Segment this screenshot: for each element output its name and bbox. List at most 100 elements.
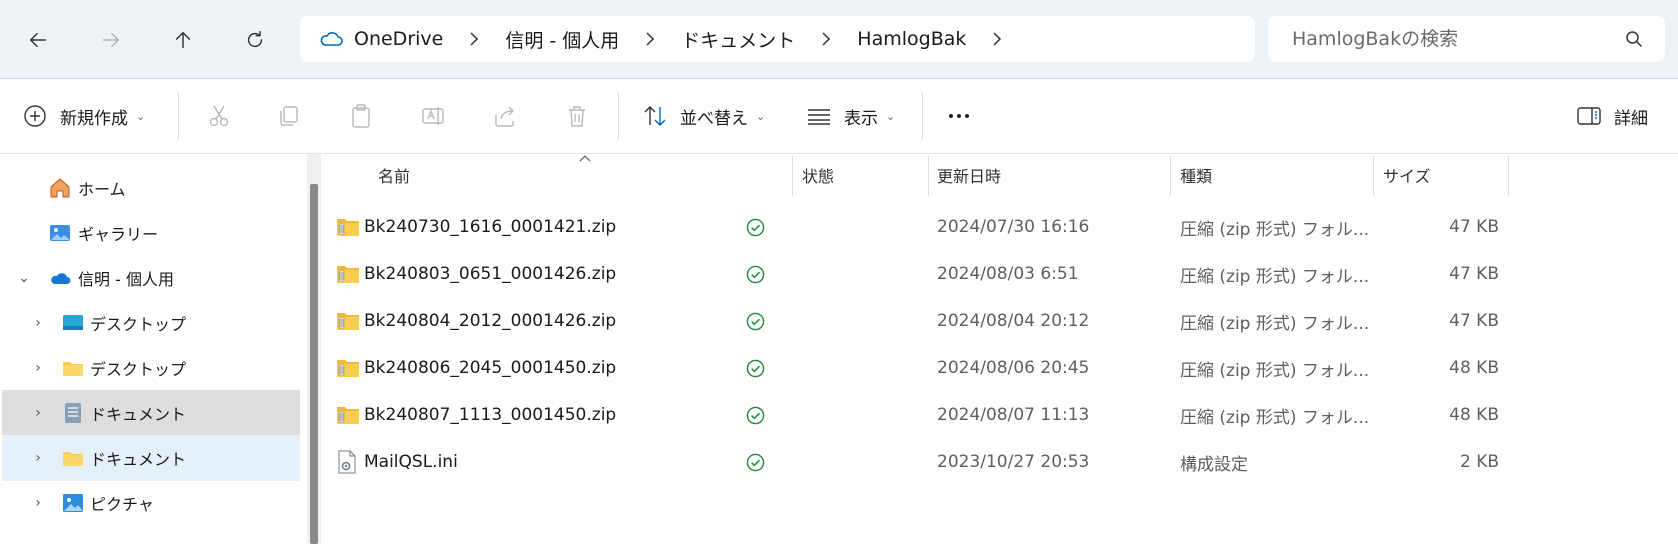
divider [178, 93, 179, 139]
sidebar-item-desktop-2[interactable]: › デスクトップ [2, 345, 300, 391]
chevron-down-icon: ⌄ [136, 109, 146, 123]
search-icon[interactable] [1625, 30, 1643, 48]
column-divider[interactable] [928, 156, 929, 196]
sync-status [746, 439, 765, 485]
column-header-size[interactable]: サイズ [1383, 154, 1431, 196]
chevron-right-icon[interactable]: › [30, 405, 46, 421]
column-header-status[interactable]: 状態 [802, 154, 834, 196]
chevron-right-icon[interactable]: › [30, 315, 46, 331]
scissors-icon [209, 105, 229, 127]
ini-file-icon [338, 450, 356, 474]
sync-status [746, 298, 765, 344]
file-name: Bk240804_2012_0001426.zip [364, 311, 617, 331]
sync-ok-check-icon [746, 406, 765, 424]
sync-ok-check-icon [746, 359, 765, 377]
onedrive-cloud-icon [51, 273, 71, 284]
column-divider[interactable] [792, 156, 793, 196]
file-row[interactable]: Bk240807_1113_0001450.zip 2024/08/07 11:1… [328, 392, 1499, 438]
sidebar-item-onedrive-personal[interactable]: ⌄ 信明 - 個人用 [2, 255, 300, 301]
chevron-right-icon[interactable]: › [30, 450, 46, 466]
sidebar-item-home[interactable]: ホーム [2, 165, 300, 211]
details-pane-button[interactable]: 詳細 [1576, 91, 1648, 141]
file-row[interactable]: Bk240806_2045_0001450.zip 2024/08/06 20:4… [328, 345, 1499, 391]
refresh-icon [247, 31, 263, 48]
file-size: 48 KB [1449, 405, 1499, 425]
file-modified: 2024/08/04 20:12 [937, 311, 1090, 331]
view-button[interactable]: 表示 ⌄ [806, 91, 895, 141]
sidebar-item-label: ドキュメント [90, 450, 187, 469]
sort-button[interactable]: 並べ替え ⌄ [642, 91, 765, 141]
breadcrumb-item-hamlogbak[interactable]: HamlogBak [847, 28, 976, 50]
new-label: 新規作成 [60, 108, 128, 129]
sidebar-item-label: ギャラリー [78, 225, 159, 244]
column-header-modified[interactable]: 更新日時 [937, 154, 1001, 196]
file-modified: 2024/08/03 6:51 [937, 264, 1079, 284]
file-modified: 2023/10/27 20:53 [937, 452, 1090, 472]
paste-button[interactable] [348, 91, 374, 141]
file-modified: 2024/08/06 20:45 [937, 358, 1090, 378]
file-row[interactable]: Bk240730_1616_0001421.zip 2024/07/30 16:1… [328, 204, 1499, 250]
file-size: 2 KB [1459, 452, 1499, 472]
chevron-right-icon[interactable]: › [30, 360, 46, 376]
column-divider[interactable] [1373, 156, 1374, 196]
chevron-right-icon[interactable] [976, 32, 1018, 46]
file-type: 圧縮 (zip 形式) フォル... [1180, 266, 1370, 287]
sidebar-item-pictures[interactable]: › ピクチャ [2, 480, 300, 526]
clipboard-icon [352, 104, 370, 128]
chevron-right-icon[interactable] [453, 32, 495, 46]
breadcrumb-item-documents[interactable]: ドキュメント [671, 26, 805, 53]
onedrive-cloud-icon [320, 32, 343, 46]
more-options-button[interactable] [946, 91, 972, 141]
column-divider[interactable] [1170, 156, 1171, 196]
forward-button[interactable] [91, 20, 131, 60]
chevron-down-icon: ⌄ [886, 109, 896, 123]
sort-label: 並べ替え [680, 108, 748, 129]
crumb-label: HamlogBak [857, 28, 967, 50]
refresh-button[interactable] [235, 20, 275, 60]
chevron-right-icon[interactable] [805, 32, 847, 46]
sidebar-item-documents-1[interactable]: › ドキュメント [2, 390, 300, 436]
copy-button[interactable] [276, 91, 302, 141]
arrow-right-icon [102, 32, 120, 48]
delete-button[interactable] [564, 91, 590, 141]
up-button[interactable] [163, 20, 203, 60]
file-row[interactable]: Bk240803_0651_0001426.zip 2024/08/03 6:51… [328, 251, 1499, 297]
crumb-label: OneDrive [354, 28, 444, 50]
sync-status [746, 345, 765, 391]
column-divider[interactable] [1508, 156, 1509, 196]
new-button[interactable]: 新規作成 ⌄ [22, 91, 145, 141]
chevron-right-icon[interactable] [629, 32, 671, 46]
sync-ok-check-icon [746, 265, 765, 283]
zip-folder-icon [337, 360, 359, 377]
sort-arrows-icon [644, 106, 666, 126]
cut-button[interactable] [206, 91, 232, 141]
column-header-name[interactable]: 名前 [378, 154, 410, 196]
sidebar-item-gallery[interactable]: ギャラリー [2, 210, 300, 256]
share-button[interactable] [492, 91, 518, 141]
command-bar: 新規作成 ⌄ 並べ替え ⌄ 表示 ⌄ 詳細 [0, 79, 1678, 154]
chevron-down-icon[interactable]: ⌄ [16, 270, 32, 286]
gallery-icon [50, 225, 70, 241]
details-pane-icon [1577, 107, 1601, 125]
breadcrumb-item-personal[interactable]: 信明 - 個人用 [495, 26, 629, 53]
view-lines-icon [808, 109, 830, 125]
sidebar-item-documents-2[interactable]: › ドキュメント [2, 435, 300, 481]
rename-button[interactable] [420, 91, 446, 141]
back-button[interactable] [18, 20, 58, 60]
sync-ok-check-icon [746, 453, 765, 471]
chevron-right-icon[interactable]: › [30, 495, 46, 511]
zip-folder-icon [337, 407, 359, 424]
column-label: 種類 [1180, 167, 1213, 186]
sidebar-item-label: ピクチャ [90, 495, 154, 514]
sidebar-scrollbar-thumb[interactable] [310, 184, 318, 544]
sidebar-item-label: ドキュメント [90, 405, 187, 424]
breadcrumb-item-onedrive[interactable]: OneDrive [344, 28, 453, 50]
file-row[interactable]: MailQSL.ini 2023/10/27 20:53 構成設定 2 KB [328, 439, 1499, 485]
sort-ascending-icon [579, 155, 591, 162]
column-header-type[interactable]: 種類 [1180, 154, 1212, 196]
search-input[interactable] [1290, 27, 1614, 51]
sidebar-item-desktop-1[interactable]: › デスクトップ [2, 300, 300, 346]
file-row[interactable]: Bk240804_2012_0001426.zip 2024/08/04 20:1… [328, 298, 1499, 344]
navigation-pane: ホーム ギャラリー ⌄ 信明 - 個人用 › デスクトップ › デスクトップ ›… [0, 154, 302, 544]
sync-status [746, 251, 765, 297]
